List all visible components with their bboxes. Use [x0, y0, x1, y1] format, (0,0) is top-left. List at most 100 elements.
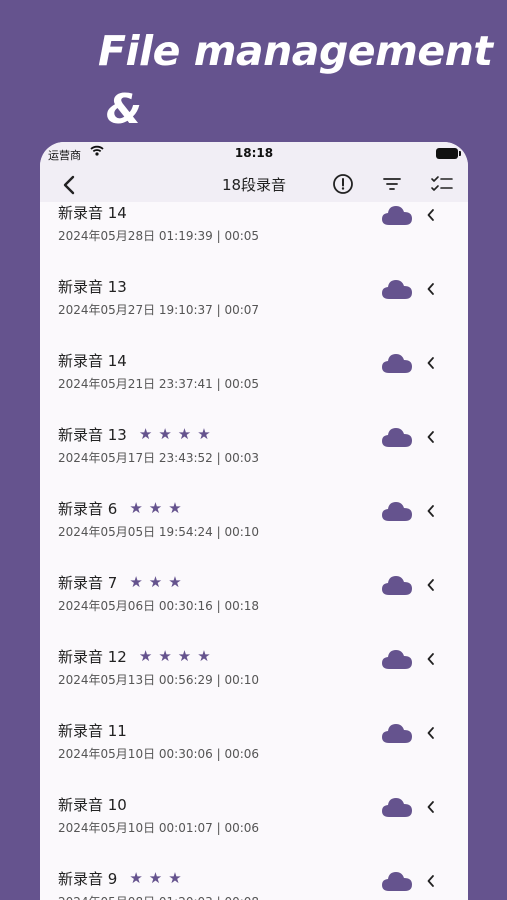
list-item[interactable]: 新录音 12 ★ ★ ★ ★ 2024年05月13日 00:56:29 | 00:10: [40, 642, 468, 716]
rating-stars: ★ ★ ★ ★: [139, 649, 211, 664]
chevron-left-icon: [427, 579, 434, 591]
phone-screen: 运营商 18:18 18段录音 新录音 14 2024年05月28日 01:19…: [40, 142, 468, 900]
recording-title: 新录音 13: [58, 426, 127, 444]
page-title: 18段录音: [221, 176, 287, 194]
star-icon: ★: [138, 647, 153, 665]
select-button[interactable]: [430, 174, 454, 198]
recording-name: 新录音 10: [58, 794, 127, 815]
recording-title: 新录音 13: [58, 278, 127, 296]
list-item[interactable]: 新录音 13 2024年05月27日 19:10:37 | 00:07: [40, 272, 468, 346]
recording-meta: 2024年05月10日 00:01:07 | 00:06: [58, 821, 260, 835]
recording-name: 新录音 14: [58, 202, 127, 223]
recording-name: 新录音 13 ★ ★ ★ ★: [58, 424, 211, 445]
list-item[interactable]: 新录音 14 2024年05月21日 23:37:41 | 00:05: [40, 346, 468, 420]
row-swipe-chevron[interactable]: [426, 577, 436, 597]
star-icon: ★: [158, 425, 172, 443]
cloud-sync-button[interactable]: [381, 500, 413, 526]
rating-stars: ★ ★ ★: [129, 575, 181, 590]
status-bar: 运营商 18:18: [40, 142, 468, 166]
list-item[interactable]: 新录音 9 ★ ★ ★ 2024年05月08日 01:20:03 | 00:08: [40, 864, 468, 900]
cloud-icon: [382, 650, 412, 669]
chevron-left-icon: [427, 727, 434, 739]
star-icon: ★: [177, 425, 192, 443]
recording-title: 新录音 10: [58, 796, 127, 814]
recording-name: 新录音 7 ★ ★ ★: [58, 572, 182, 593]
recording-name: 新录音 6 ★ ★ ★: [58, 498, 182, 519]
rating-stars: ★ ★ ★: [129, 871, 181, 886]
cloud-icon: [382, 724, 412, 743]
cloud-sync-button[interactable]: [381, 796, 413, 822]
recording-title: 新录音 7: [58, 574, 118, 592]
info-button[interactable]: [332, 173, 354, 199]
star-icon: ★: [158, 647, 172, 665]
recording-meta: 2024年05月21日 23:37:41 | 00:05: [58, 377, 260, 391]
cloud-sync-button[interactable]: [381, 722, 413, 748]
cloud-sync-button[interactable]: [381, 870, 413, 896]
filter-button[interactable]: [382, 174, 402, 198]
recording-title: 新录音 11: [58, 722, 127, 740]
recording-name: 新录音 13: [58, 276, 127, 297]
recording-title: 新录音 6: [58, 500, 118, 518]
cloud-sync-button[interactable]: [381, 574, 413, 600]
cloud-icon: [382, 502, 412, 521]
recording-meta: 2024年05月28日 01:19:39 | 00:05: [58, 229, 260, 243]
star-icon: ★: [148, 869, 163, 887]
row-swipe-chevron[interactable]: [426, 799, 436, 819]
cloud-icon: [382, 798, 412, 817]
list-item[interactable]: 新录音 10 2024年05月10日 00:01:07 | 00:06: [40, 790, 468, 864]
recording-meta: 2024年05月06日 00:30:16 | 00:18: [58, 599, 260, 613]
row-swipe-chevron[interactable]: [426, 207, 436, 227]
cloud-icon: [382, 354, 412, 373]
row-swipe-chevron[interactable]: [426, 281, 436, 301]
star-icon: ★: [168, 573, 182, 591]
chevron-left-icon: [427, 801, 434, 813]
cloud-sync-button[interactable]: [381, 204, 413, 230]
list-item[interactable]: 新录音 11 2024年05月10日 00:30:06 | 00:06: [40, 716, 468, 790]
chevron-left-icon: [427, 653, 434, 665]
star-icon: ★: [177, 647, 192, 665]
headline-line-1: File management: [98, 27, 493, 75]
chevron-left-icon: [427, 357, 434, 369]
star-icon: ★: [148, 499, 163, 517]
row-swipe-chevron[interactable]: [426, 651, 436, 671]
filter-icon: [383, 178, 401, 190]
list-item[interactable]: 新录音 14 2024年05月28日 01:19:39 | 00:05: [40, 198, 468, 272]
star-icon: ★: [129, 573, 143, 591]
row-swipe-chevron[interactable]: [426, 429, 436, 449]
recording-meta: 2024年05月13日 00:56:29 | 00:10: [58, 673, 260, 687]
star-icon: ★: [138, 425, 153, 443]
list-item[interactable]: 新录音 13 ★ ★ ★ ★ 2024年05月17日 23:43:52 | 00:03: [40, 420, 468, 494]
recording-title: 新录音 14: [58, 204, 127, 222]
recording-meta: 2024年05月17日 23:43:52 | 00:03: [58, 451, 260, 465]
cloud-sync-button[interactable]: [381, 426, 413, 452]
cloud-sync-button[interactable]: [381, 278, 413, 304]
chevron-left-icon: [427, 875, 434, 887]
cloud-sync-button[interactable]: [381, 352, 413, 378]
status-time: 18:18: [234, 146, 274, 160]
list-item[interactable]: 新录音 6 ★ ★ ★ 2024年05月05日 19:54:24 | 00:10: [40, 494, 468, 568]
cloud-icon: [382, 280, 412, 299]
row-swipe-chevron[interactable]: [426, 355, 436, 375]
recording-meta: 2024年05月05日 19:54:24 | 00:10: [58, 525, 260, 539]
info-circle-icon: [333, 174, 353, 194]
cloud-icon: [382, 576, 412, 595]
recording-name: 新录音 11: [58, 720, 127, 741]
list-item[interactable]: 新录音 7 ★ ★ ★ 2024年05月06日 00:30:16 | 00:18: [40, 568, 468, 642]
row-swipe-chevron[interactable]: [426, 725, 436, 745]
cloud-sync-button[interactable]: [381, 648, 413, 674]
row-swipe-chevron[interactable]: [426, 503, 436, 523]
chevron-left-icon: [427, 431, 434, 443]
recording-meta: 2024年05月10日 00:30:06 | 00:06: [58, 747, 260, 761]
recording-title: 新录音 14: [58, 352, 127, 370]
star-icon: ★: [197, 425, 211, 443]
row-swipe-chevron[interactable]: [426, 873, 436, 893]
rating-stars: ★ ★ ★: [129, 501, 181, 516]
star-icon: ★: [197, 647, 211, 665]
cloud-icon: [382, 428, 412, 447]
chevron-left-icon: [427, 283, 434, 295]
battery-icon: [436, 148, 461, 159]
chevron-left-icon: [427, 505, 434, 517]
star-icon: ★: [168, 869, 182, 887]
recording-name: 新录音 14: [58, 350, 127, 371]
navigation-bar: 18段录音: [40, 166, 468, 202]
